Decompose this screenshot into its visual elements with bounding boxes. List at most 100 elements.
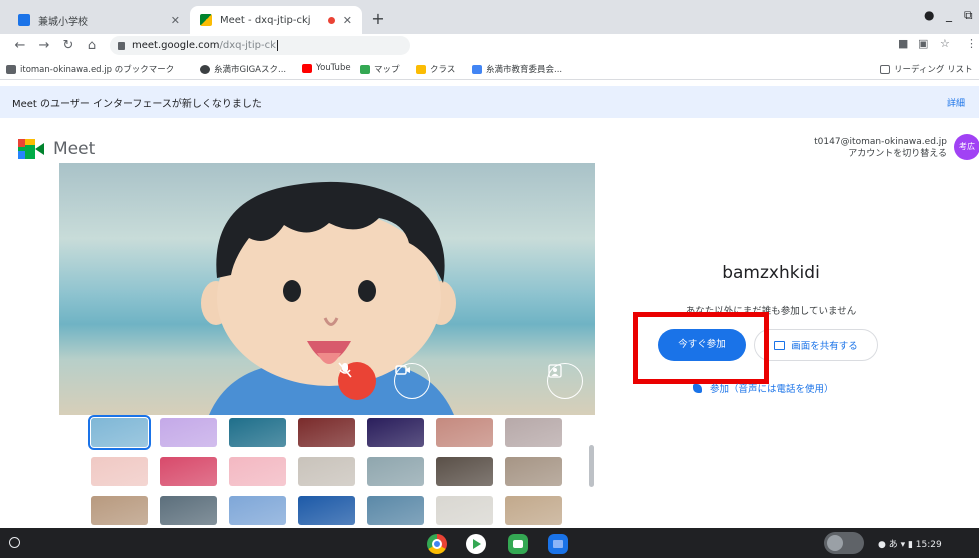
bookmark-item[interactable]: マップ [360, 63, 400, 75]
background-thumbnail[interactable] [229, 418, 286, 447]
link-icon [200, 64, 210, 74]
camera-in-use-icon[interactable]: ■ [898, 37, 908, 50]
background-thumbnail[interactable] [229, 457, 286, 486]
phone-hub-icon[interactable] [824, 532, 864, 554]
back-icon[interactable]: ← [10, 36, 30, 56]
background-thumbnail[interactable] [436, 418, 493, 447]
mic-off-button[interactable] [338, 362, 376, 400]
background-effects-button[interactable] [547, 363, 583, 399]
background-picker [59, 415, 595, 528]
present-button[interactable]: 画面を共有する [754, 329, 878, 361]
background-thumbnail[interactable] [436, 496, 493, 525]
bookmark-label: 糸満市教育委員会... [486, 65, 563, 75]
forward-icon[interactable]: → [34, 36, 54, 56]
tab-meet[interactable]: Meet - dxq-jtip-ckj ✕ [190, 6, 362, 34]
picker-scrollbar[interactable] [589, 445, 594, 487]
bookmark-item[interactable]: 糸満市教育委員会... [472, 63, 562, 75]
video-preview [59, 163, 595, 415]
bookmark-item[interactable]: 糸満市GIGAスク... [200, 63, 286, 75]
close-icon[interactable]: ✕ [343, 14, 352, 27]
site-icon [472, 64, 482, 74]
reading-list-label: リーディング リスト [894, 65, 973, 75]
reload-icon[interactable]: ↻ [58, 36, 78, 56]
background-thumbnail[interactable] [298, 457, 355, 486]
background-thumbnail[interactable] [160, 496, 217, 525]
bookmark-label: クラス [430, 65, 456, 75]
background-thumbnail[interactable] [88, 415, 151, 450]
recording-indicator-icon [327, 16, 335, 24]
self-view-illustration [201, 181, 456, 415]
tab-school[interactable]: 兼城小学校 ✕ [8, 6, 190, 34]
meet-app-icon[interactable] [508, 534, 528, 554]
camera-button[interactable] [394, 363, 430, 399]
notice-banner: Meet のユーザー インターフェースが新しくなりました 詳細 [0, 86, 979, 118]
avatar[interactable]: 考広 [954, 134, 979, 160]
classroom-icon [416, 64, 426, 74]
background-thumbnail[interactable] [298, 418, 355, 447]
background-thumbnail[interactable] [160, 457, 217, 486]
menu-icon[interactable]: ⋮ [966, 37, 977, 50]
close-icon[interactable]: ✕ [171, 14, 180, 27]
tab-title: 兼城小学校 [38, 16, 88, 28]
bookmark-item[interactable]: itoman-okinawa.ed.jp のブックマーク [6, 63, 174, 75]
text-cursor [276, 40, 278, 51]
background-thumbnail[interactable] [436, 457, 493, 486]
background-thumbnail[interactable] [91, 457, 148, 486]
switch-account-link[interactable]: アカウントを切り替える [814, 148, 947, 160]
files-icon[interactable] [548, 534, 568, 554]
person-background-icon [548, 364, 562, 378]
home-icon[interactable]: ⌂ [82, 36, 102, 56]
bookmark-label: マップ [374, 65, 400, 75]
bookmarks-bar: itoman-okinawa.ed.jp のブックマーク 糸満市GIGAスク..… [0, 58, 979, 80]
meet-favicon-icon [200, 14, 212, 26]
new-tab-button[interactable]: + [368, 9, 388, 29]
background-thumbnail[interactable] [505, 496, 562, 525]
url-path: /dxq-jtip-ck [219, 40, 276, 51]
maximize-button[interactable]: ⧉ [964, 8, 973, 23]
launcher-icon[interactable] [9, 537, 20, 548]
present-screen-icon [774, 340, 786, 350]
system-shelf: ● あ ▾ ▮ 15:29 [0, 528, 979, 558]
star-icon[interactable]: ☆ [940, 37, 950, 50]
bookmark-label: YouTube [316, 63, 351, 73]
account-email: t0147@itoman-okinawa.ed.jp [814, 137, 947, 147]
tab-title: Meet - dxq-jtip-ckj [220, 14, 311, 26]
background-thumbnail[interactable] [505, 418, 562, 447]
mic-off-icon [338, 362, 352, 378]
join-by-phone-label: 参加（音声には電話を使用） [710, 384, 834, 395]
tab-strip: 兼城小学校 ✕ Meet - dxq-jtip-ckj ✕ + ● _ ⧉ [0, 0, 979, 34]
background-thumbnail[interactable] [367, 496, 424, 525]
logo-text: Meet [53, 139, 96, 159]
background-thumbnail[interactable] [298, 496, 355, 525]
profile-dot-icon[interactable]: ● [924, 8, 934, 22]
bookmark-label: itoman-okinawa.ed.jp のブックマーク [20, 65, 175, 75]
browser-toolbar: ← → ↻ ⌂ meet.google.com/dxq-jtip-ck ■ ▣ … [0, 34, 979, 58]
translate-icon[interactable]: ▣ [918, 37, 928, 50]
bookmark-item[interactable]: YouTube [302, 63, 351, 73]
join-by-phone-link[interactable]: 参加（音声には電話を使用） [693, 381, 834, 395]
details-link[interactable]: 詳細 [947, 96, 965, 109]
bookmark-item[interactable]: クラス [416, 63, 455, 75]
banner-text: Meet のユーザー インターフェースが新しくなりました [12, 99, 262, 110]
background-thumbnail[interactable] [367, 457, 424, 486]
background-thumbnail[interactable] [91, 496, 148, 525]
address-bar[interactable]: meet.google.com/dxq-jtip-ck [110, 36, 410, 55]
youtube-icon [302, 63, 312, 73]
background-thumbnail[interactable] [229, 496, 286, 525]
background-thumbnail[interactable] [367, 418, 424, 447]
status-area[interactable]: ● あ ▾ ▮ 15:29 [878, 537, 942, 550]
background-thumbnail[interactable] [505, 457, 562, 486]
screen: 兼城小学校 ✕ Meet - dxq-jtip-ckj ✕ + ● _ ⧉ ← … [0, 0, 979, 558]
minimize-button[interactable]: _ [946, 8, 952, 22]
bookmark-label: 糸満市GIGAスク... [214, 65, 287, 75]
account-info: t0147@itoman-okinawa.ed.jp アカウントを切り替える [814, 136, 947, 160]
lock-icon [118, 41, 125, 50]
meet-logo[interactable]: Meet [18, 139, 95, 159]
reading-list-button[interactable]: リーディング リスト [880, 63, 973, 75]
chrome-icon[interactable] [427, 534, 447, 554]
background-thumbnail[interactable] [160, 418, 217, 447]
highlight-box [633, 312, 769, 384]
phone-icon [693, 383, 702, 393]
maps-icon [360, 64, 370, 74]
play-store-icon[interactable] [466, 534, 486, 554]
